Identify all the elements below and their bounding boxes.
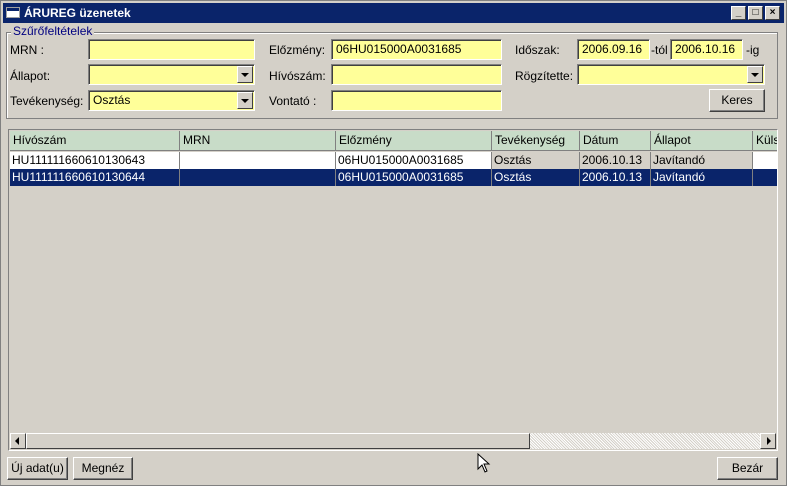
chevron-down-icon[interactable] (237, 92, 253, 109)
hivoszam-label: Hívószám: (269, 69, 326, 83)
col-header-hivoszam[interactable]: Hívószám (10, 131, 180, 151)
mrn-input[interactable] (88, 39, 255, 60)
cell-mrn[interactable] (180, 169, 336, 186)
cell-hivoszam[interactable]: HU111111660610130643 (10, 152, 180, 169)
scrollbar-track[interactable] (530, 433, 760, 449)
minimize-button[interactable]: _ (731, 6, 746, 20)
mouse-cursor-icon (477, 453, 491, 473)
filter-group-legend: Szűrőfeltételek (11, 24, 95, 38)
col-header-elozmeny[interactable]: Előzmény (336, 131, 492, 151)
horizontal-scrollbar[interactable] (10, 433, 776, 449)
ig-label: -ig (746, 43, 760, 57)
allapot-label: Állapot: (10, 69, 51, 83)
cell-hivoszam[interactable]: HU111111660610130644 (10, 169, 180, 186)
cell-elozmeny[interactable]: 06HU015000A0031685 (336, 169, 492, 186)
elozmeny-label: Előzmény: (269, 43, 326, 57)
rogzitette-select[interactable] (577, 64, 765, 85)
close-button[interactable]: Bezár (717, 457, 778, 480)
new-record-button[interactable]: Új adat(u) (7, 457, 68, 480)
arrow-left-icon[interactable] (10, 433, 26, 449)
title-bar[interactable]: ÁRUREG üzenetek _ □ × (3, 3, 784, 23)
cell-kuls[interactable] (753, 169, 777, 186)
cell-mrn[interactable] (180, 152, 336, 169)
maximize-button[interactable]: □ (748, 6, 763, 20)
cell-datum[interactable]: 2006.10.13 (580, 152, 651, 169)
tevekenyseg-select[interactable]: Osztás (88, 90, 255, 111)
col-header-mrn[interactable]: MRN (180, 131, 336, 151)
results-table: Hívószám MRN Előzmény Tevékenység Dátum … (8, 129, 778, 451)
cell-kuls[interactable] (753, 152, 777, 169)
col-header-datum[interactable]: Dátum (580, 131, 651, 151)
vontato-input[interactable] (331, 90, 502, 111)
view-button[interactable]: Megnéz (73, 457, 133, 480)
window-title: ÁRUREG üzenetek (24, 6, 131, 20)
cell-allapot[interactable]: Javítandó (651, 169, 753, 186)
cell-allapot[interactable]: Javítandó (651, 152, 753, 169)
cell-tevekenyseg[interactable]: Osztás (492, 152, 580, 169)
vontato-label: Vontató : (269, 94, 317, 108)
cell-tevekenyseg[interactable]: Osztás (492, 169, 580, 186)
tol-label: -tól (651, 43, 668, 57)
idoszak-from-input[interactable]: 2006.09.16 (577, 39, 650, 60)
cell-datum[interactable]: 2006.10.13 (580, 169, 651, 186)
allapot-select[interactable] (88, 64, 255, 85)
tevekenyseg-value: Osztás (93, 93, 131, 107)
idoszak-label: Időszak: (515, 43, 560, 57)
cell-elozmeny[interactable]: 06HU015000A0031685 (336, 152, 492, 169)
chevron-down-icon[interactable] (237, 66, 253, 83)
hivoszam-input[interactable] (331, 64, 502, 85)
elozmeny-input[interactable]: 06HU015000A0031685 (331, 39, 502, 60)
idoszak-to-input[interactable]: 2006.10.16 (670, 39, 743, 60)
col-header-allapot[interactable]: Állapot (651, 131, 753, 151)
col-header-kuls[interactable]: Küls (753, 131, 777, 151)
aruregs-window: ÁRUREG üzenetek _ □ × Szűrőfeltételek MR… (0, 0, 787, 486)
search-button[interactable]: Keres (709, 89, 765, 112)
window-icon (6, 7, 20, 18)
close-window-button[interactable]: × (765, 6, 780, 20)
mrn-label: MRN : (10, 43, 44, 57)
col-header-tevekenyseg[interactable]: Tevékenység (492, 131, 580, 151)
arrow-right-icon[interactable] (760, 433, 776, 449)
rogzitette-label: Rögzítette: (515, 69, 574, 83)
chevron-down-icon[interactable] (747, 66, 763, 83)
scrollbar-thumb[interactable] (26, 433, 530, 449)
tevekenyseg-label: Tevékenység: (10, 94, 84, 108)
